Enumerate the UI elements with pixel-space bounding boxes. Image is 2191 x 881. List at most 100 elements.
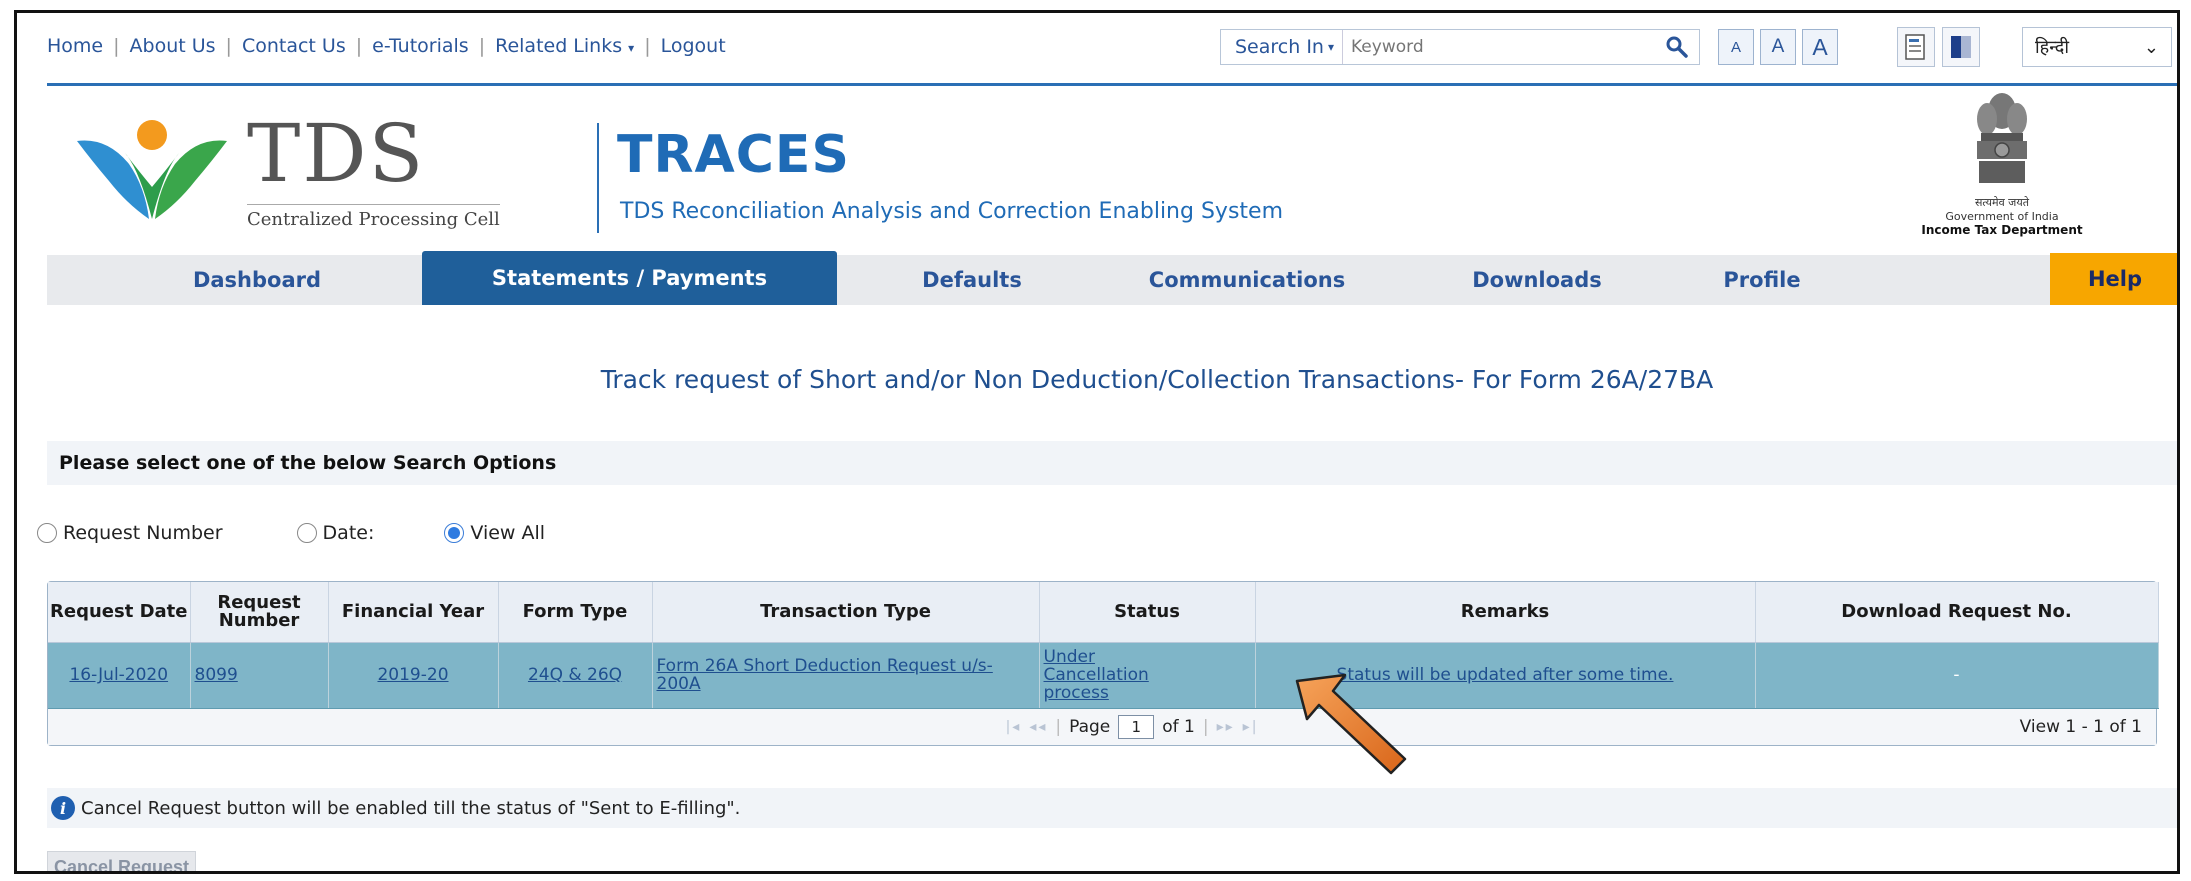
accessibility-button[interactable]	[1897, 27, 1935, 67]
request-number-link[interactable]: 8099	[195, 665, 238, 685]
search-box: Search In ▾	[1220, 29, 1700, 65]
nav-dashboard[interactable]: Dashboard	[157, 255, 357, 305]
chevron-down-icon: ⌄	[2143, 36, 2159, 58]
separator: |	[644, 35, 651, 57]
table-row[interactable]: 16-Jul-2020 8099 2019-20 24Q & 26Q Form …	[48, 642, 2159, 709]
app-title: TRACES	[617, 125, 850, 185]
font-small-button[interactable]: A	[1718, 29, 1754, 65]
cell-download-request-no: -	[1755, 642, 2159, 709]
prev-page-icon[interactable]: ◂◂	[1029, 719, 1047, 735]
nav-help[interactable]: Help	[2050, 253, 2177, 305]
col-header-status[interactable]: Status	[1039, 582, 1256, 643]
last-page-icon[interactable]: ▸|	[1243, 719, 1259, 735]
font-normal-button[interactable]: A	[1760, 29, 1796, 65]
national-emblem-icon	[1977, 93, 2027, 183]
requests-table: Request Date Request Number Financial Ye…	[47, 581, 2159, 746]
search-options-heading: Please select one of the below Search Op…	[47, 441, 2177, 485]
cell-form-type: 24Q & 26Q	[498, 642, 653, 709]
separator: |	[355, 35, 363, 57]
font-large-button[interactable]: A	[1802, 29, 1838, 65]
info-note-text: Cancel Request button will be enabled ti…	[81, 797, 741, 819]
info-icon: i	[51, 796, 75, 820]
document-icon	[1905, 34, 1925, 60]
separator: |	[113, 35, 120, 57]
cancel-request-button[interactable]: Cancel Request	[47, 851, 197, 871]
emblem-motto: सत्यमेव जयते	[1974, 196, 2029, 209]
search-keyword-input[interactable]	[1343, 37, 1573, 57]
separator: |	[478, 35, 486, 57]
nav-profile[interactable]: Profile	[1697, 255, 1827, 305]
cell-status: Under Cancellation process	[1039, 642, 1256, 709]
info-note: i Cancel Request button will be enabled …	[47, 788, 2177, 828]
pager-separator: |	[1202, 716, 1209, 737]
nav-defaults[interactable]: Defaults	[892, 255, 1052, 305]
radio-view-all-label: View All	[470, 522, 546, 544]
related-links-label: Related Links	[495, 35, 623, 57]
radio-date-label: Date:	[322, 522, 375, 544]
radio-request-number[interactable]	[37, 523, 57, 543]
tds-logo[interactable]: TDS Centralized Processing Cell	[67, 107, 587, 230]
government-emblem: सत्यमेव जयते Government of India Income …	[1872, 89, 2132, 249]
col-header-transaction-type[interactable]: Transaction Type	[652, 582, 1040, 643]
col-header-download-request-no[interactable]: Download Request No.	[1755, 582, 2159, 643]
contrast-icon	[1951, 36, 1971, 58]
caret-down-icon: ▾	[628, 41, 635, 55]
annotation-arrow-icon	[1295, 673, 1407, 775]
nav-statements-payments[interactable]: Statements / Payments	[422, 251, 837, 305]
contact-us-link[interactable]: Contact Us	[242, 35, 346, 57]
search-icon	[1666, 36, 1688, 58]
cell-financial-year: 2019-20	[328, 642, 499, 709]
browser-frame: Home | About Us | Contact Us | e-Tutorials | Rel…	[14, 10, 2180, 874]
tds-logo-text: TDS	[247, 107, 426, 200]
first-page-icon[interactable]: |◂	[1006, 719, 1022, 735]
financial-year-link[interactable]: 2019-20	[377, 665, 448, 685]
cell-request-number: 8099	[190, 642, 329, 709]
pager-separator: |	[1055, 716, 1062, 737]
emblem-government: Government of India	[1945, 210, 2059, 223]
col-header-request-date[interactable]: Request Date	[48, 582, 191, 643]
nav-downloads[interactable]: Downloads	[1447, 255, 1627, 305]
search-in-select[interactable]: Search In ▾	[1221, 30, 1343, 64]
transaction-type-link[interactable]: Form 26A Short Deduction Request u/s-200…	[657, 656, 993, 694]
logout-link[interactable]: Logout	[661, 35, 726, 57]
col-header-form-type[interactable]: Form Type	[498, 582, 653, 643]
search-button[interactable]	[1655, 30, 1699, 64]
emblem-department: Income Tax Department	[1921, 223, 2083, 237]
next-page-icon[interactable]: ▸▸	[1217, 719, 1235, 735]
radio-view-all[interactable]	[444, 523, 465, 543]
home-link[interactable]: Home	[47, 35, 103, 57]
status-link[interactable]: Under Cancellation process	[1044, 648, 1174, 702]
page-title: Track request of Short and/or Non Deduct…	[600, 365, 1714, 394]
col-header-request-number[interactable]: Request Number	[190, 582, 329, 643]
col-header-remarks[interactable]: Remarks	[1255, 582, 1756, 643]
about-us-link[interactable]: About Us	[130, 35, 216, 57]
page-number-input[interactable]: 1	[1118, 714, 1155, 739]
radio-request-number-label: Request Number	[63, 522, 223, 544]
search-in-label: Search In	[1235, 36, 1324, 58]
pager-controls: |◂ ◂◂ | Page 1 of 1 | ▸▸ ▸|	[48, 709, 2156, 745]
top-utility-bar: Home | About Us | Contact Us | e-Tutorials | Rel…	[17, 13, 2177, 81]
request-date-link[interactable]: 16-Jul-2020	[69, 665, 168, 685]
table-pager: |◂ ◂◂ | Page 1 of 1 | ▸▸ ▸| View 1 - 1 o…	[48, 708, 2156, 745]
cell-request-date: 16-Jul-2020	[48, 642, 191, 709]
page-label: Page	[1069, 716, 1111, 737]
nav-communications[interactable]: Communications	[1122, 255, 1372, 305]
col-header-financial-year[interactable]: Financial Year	[328, 582, 499, 643]
search-option-radios: Request Number Date: View All	[37, 518, 545, 548]
radio-date[interactable]	[296, 523, 317, 543]
tds-logo-subtitle: Centralized Processing Cell	[247, 204, 500, 230]
form-type-link[interactable]: 24Q & 26Q	[528, 665, 622, 685]
related-links-dropdown[interactable]: Related Links ▾	[495, 35, 634, 57]
e-tutorials-link[interactable]: e-Tutorials	[372, 35, 469, 57]
logo-divider	[597, 123, 599, 233]
top-links: Home | About Us | Contact Us | e-Tutorials | Rel…	[47, 35, 726, 57]
contrast-button[interactable]	[1942, 27, 1980, 67]
language-select[interactable]: हिन्दी ⌄	[2022, 27, 2172, 67]
site-header: TDS Centralized Processing Cell TRACES T…	[17, 87, 2177, 252]
caret-down-icon: ▾	[1327, 40, 1334, 54]
table-header-row: Request Date Request Number Financial Ye…	[48, 582, 2159, 643]
header-divider	[47, 83, 2177, 86]
language-label: हिन्दी	[2035, 37, 2070, 58]
tds-logo-icon	[77, 120, 227, 219]
cell-transaction-type: Form 26A Short Deduction Request u/s-200…	[652, 642, 1040, 709]
